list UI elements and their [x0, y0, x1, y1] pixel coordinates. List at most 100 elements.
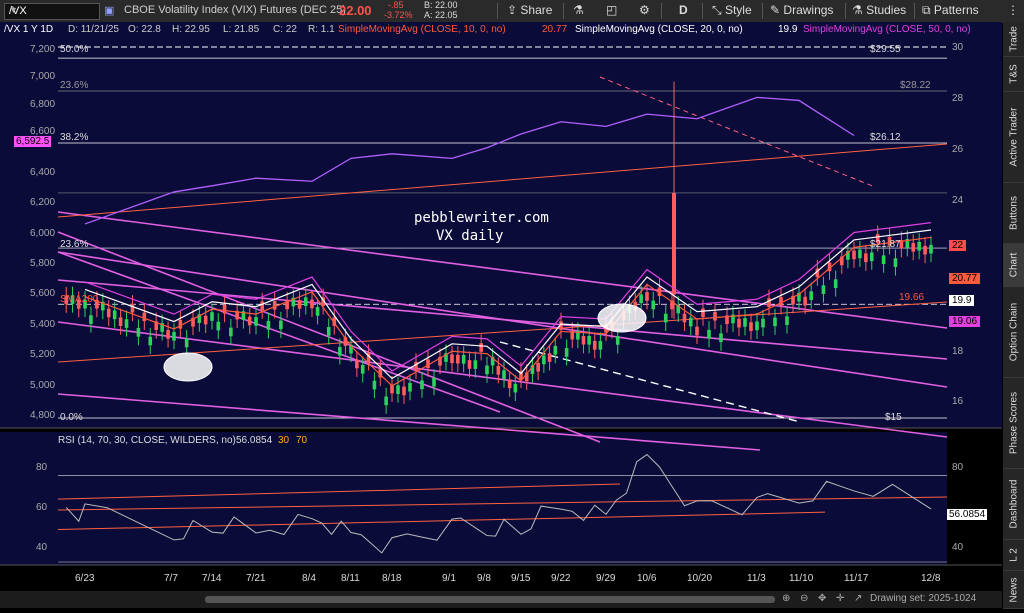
drawings-button[interactable]: ✎ Drawings [770, 3, 833, 17]
rsi-label: RSI (14, 70, 30, CLOSE, WILDERS, no) [58, 435, 236, 446]
tab-label: Buttons [1008, 196, 1019, 230]
candle-body [124, 319, 129, 328]
more-icon[interactable]: ⋮ [1007, 3, 1019, 17]
crosshair-icon[interactable]: ✛ [836, 593, 844, 604]
tab-label: Chart [1008, 252, 1019, 278]
candle-body [598, 341, 603, 350]
left-axis-tick: 6,000 [30, 228, 56, 239]
flask-icon[interactable]: ⚗ [573, 3, 584, 17]
right-axis-tick: 28 [952, 93, 964, 104]
pencil-icon: ✎ [770, 3, 781, 17]
candle-body [852, 250, 856, 260]
style-button[interactable]: ⤡ Style [712, 3, 752, 18]
candle-body [767, 298, 771, 307]
tab-option-chain[interactable]: Option Chain [1003, 287, 1024, 378]
right-axis-tick: 18 [952, 346, 964, 357]
date-tick-label: 10/6 [637, 573, 657, 584]
left-axis-tick: 5,200 [30, 349, 56, 360]
tab-label: Active Trader [1008, 107, 1019, 167]
zoom-in-icon[interactable]: ⊕ [782, 593, 790, 604]
right-axis-tick: 24 [952, 195, 964, 206]
candle-body [773, 317, 777, 327]
pattern-icon: ⧉ [922, 3, 931, 17]
candle-body [130, 303, 135, 313]
candle-body [229, 327, 233, 337]
candle-body [695, 326, 699, 336]
candle-body [581, 335, 586, 345]
candle-body [553, 345, 558, 355]
rsi-level-low: 30 [278, 435, 290, 446]
candle-body [402, 386, 406, 396]
candle-body [496, 365, 501, 375]
fib-price-label: $15 [885, 412, 902, 423]
date-tick-label: 9/15 [511, 573, 531, 584]
divider [563, 3, 564, 19]
change-abs: -.85 [388, 0, 404, 10]
candle-body [222, 304, 227, 314]
right-sidebar: Trade T&S Active Trader Buttons Chart Op… [1003, 22, 1024, 609]
period-button[interactable]: D [679, 3, 688, 17]
chevron-down-icon[interactable]: ▼ [9, 5, 95, 15]
candle-body [713, 311, 717, 321]
date-tick-label: 7/21 [246, 573, 266, 584]
candle-body [682, 313, 687, 323]
fib-pct-label: 23.6% [60, 80, 89, 91]
candle-body [755, 321, 759, 331]
candle-body [719, 333, 723, 343]
cursor-icon[interactable]: ↗ [854, 593, 862, 604]
horizontal-scrollbar[interactable] [205, 596, 775, 603]
left-axis-tick: 4,800 [30, 410, 56, 421]
sma20-label: SimpleMovingAvg (CLOSE, 20, 0, no) [575, 24, 743, 35]
fib-pct-label: 50.0% [60, 44, 89, 55]
instrument-info-icon[interactable]: ▣ [104, 4, 114, 17]
candle-body [645, 292, 649, 301]
date-tick-label: 9/8 [477, 573, 491, 584]
gear-icon[interactable]: ⚙ [639, 3, 650, 17]
rsi-left-tick: 40 [36, 542, 48, 553]
date-tick-label: 12/8 [921, 573, 941, 584]
right-axis-tick: 26 [952, 144, 964, 155]
candle-body [473, 360, 478, 369]
symbol-input[interactable]: /VX ▼ [4, 3, 100, 20]
bottom-bar: ⊕ ⊖ ✥ ✛ ↗ Drawing set: 2025-1024 [0, 591, 1002, 608]
candle-body [479, 343, 483, 352]
pan-icon[interactable]: ✥ [818, 593, 826, 604]
tab-phase-scores[interactable]: Phase Scores [1003, 378, 1024, 469]
date-tick-label: 9/1 [442, 573, 456, 584]
tab-dashboard[interactable]: Dashboard [1003, 469, 1024, 540]
candle-body [858, 249, 862, 259]
date-tick-label: 11/17 [844, 573, 869, 584]
chart-area[interactable]: /VX 1 Y 1D D: 11/21/25 O: 22.8 H: 22.95 … [0, 22, 1002, 608]
studies-button[interactable]: ⚗ Studies [852, 3, 906, 17]
chart-canvas[interactable] [0, 22, 1002, 608]
candle-body [707, 329, 711, 339]
bar-date: D: 11/21/25 [68, 24, 119, 35]
divider [845, 3, 846, 19]
zoom-out-icon[interactable]: ⊖ [800, 593, 808, 604]
candle-body [326, 327, 331, 336]
snapshot-icon[interactable]: ◰ [606, 3, 617, 17]
candle-body [502, 370, 506, 379]
candle-body [272, 301, 277, 310]
tab-label: L 2 [1008, 548, 1019, 562]
tab-trade[interactable]: Trade [1003, 22, 1024, 57]
patterns-button[interactable]: ⧉ Patterns [922, 3, 979, 18]
bid-price: B: 22.00 [424, 0, 458, 10]
right-axis-bg [947, 22, 1002, 428]
date-tick-label: 9/22 [551, 573, 571, 584]
tab-l2[interactable]: L 2 [1003, 540, 1024, 571]
tab-active-trader[interactable]: Active Trader [1003, 92, 1024, 183]
date-tick-label: 7/7 [164, 573, 178, 584]
tab-label: T&S [1008, 64, 1019, 84]
divider [762, 3, 763, 19]
tab-buttons[interactable]: Buttons [1003, 183, 1024, 244]
share-button[interactable]: ⇪ Share [507, 3, 552, 17]
tab-ts[interactable]: T&S [1003, 57, 1024, 92]
candle-body [639, 294, 643, 304]
tab-news[interactable]: News [1003, 571, 1024, 609]
tab-chart[interactable]: Chart [1003, 244, 1024, 287]
candle-body [923, 245, 927, 255]
candle-body [148, 336, 153, 346]
candle-body [216, 321, 221, 331]
share-icon: ⇪ [507, 3, 518, 17]
